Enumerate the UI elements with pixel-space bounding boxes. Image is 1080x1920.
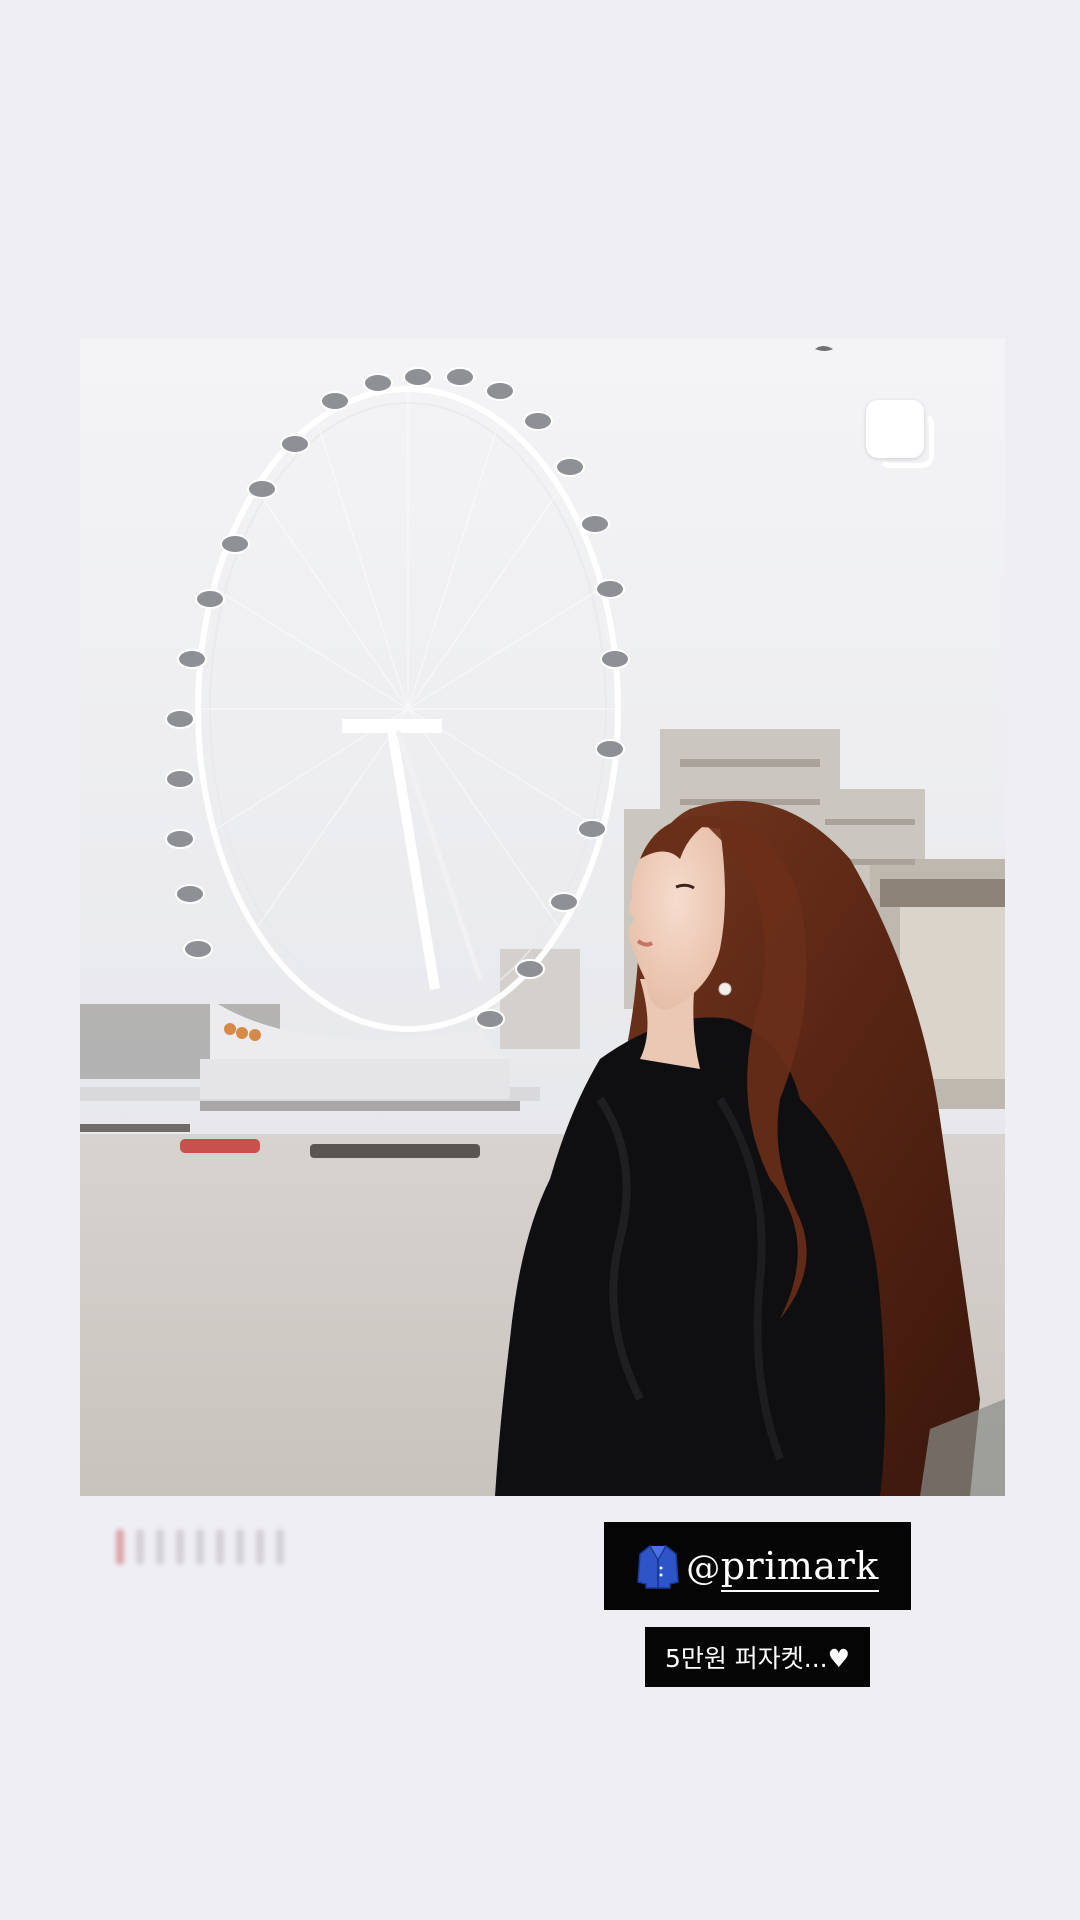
story-canvas: @primark 5만원 퍼자켓...♥ <box>0 0 1080 1920</box>
coat-icon <box>637 1545 680 1589</box>
caption-sticker: 5만원 퍼자켓...♥ <box>645 1627 870 1687</box>
mention-text: @primark <box>686 1544 879 1592</box>
blurred-username <box>116 1524 336 1570</box>
mention-handle[interactable]: primark <box>720 1544 879 1592</box>
mention-sticker[interactable]: @primark <box>604 1522 911 1610</box>
mention-at-symbol: @ <box>686 1548 721 1588</box>
multiple-posts-icon-front <box>866 400 924 458</box>
photo-illustration <box>80 339 1005 1496</box>
shared-post-photo[interactable] <box>80 339 1005 1496</box>
multiple-posts-icon <box>866 400 942 476</box>
